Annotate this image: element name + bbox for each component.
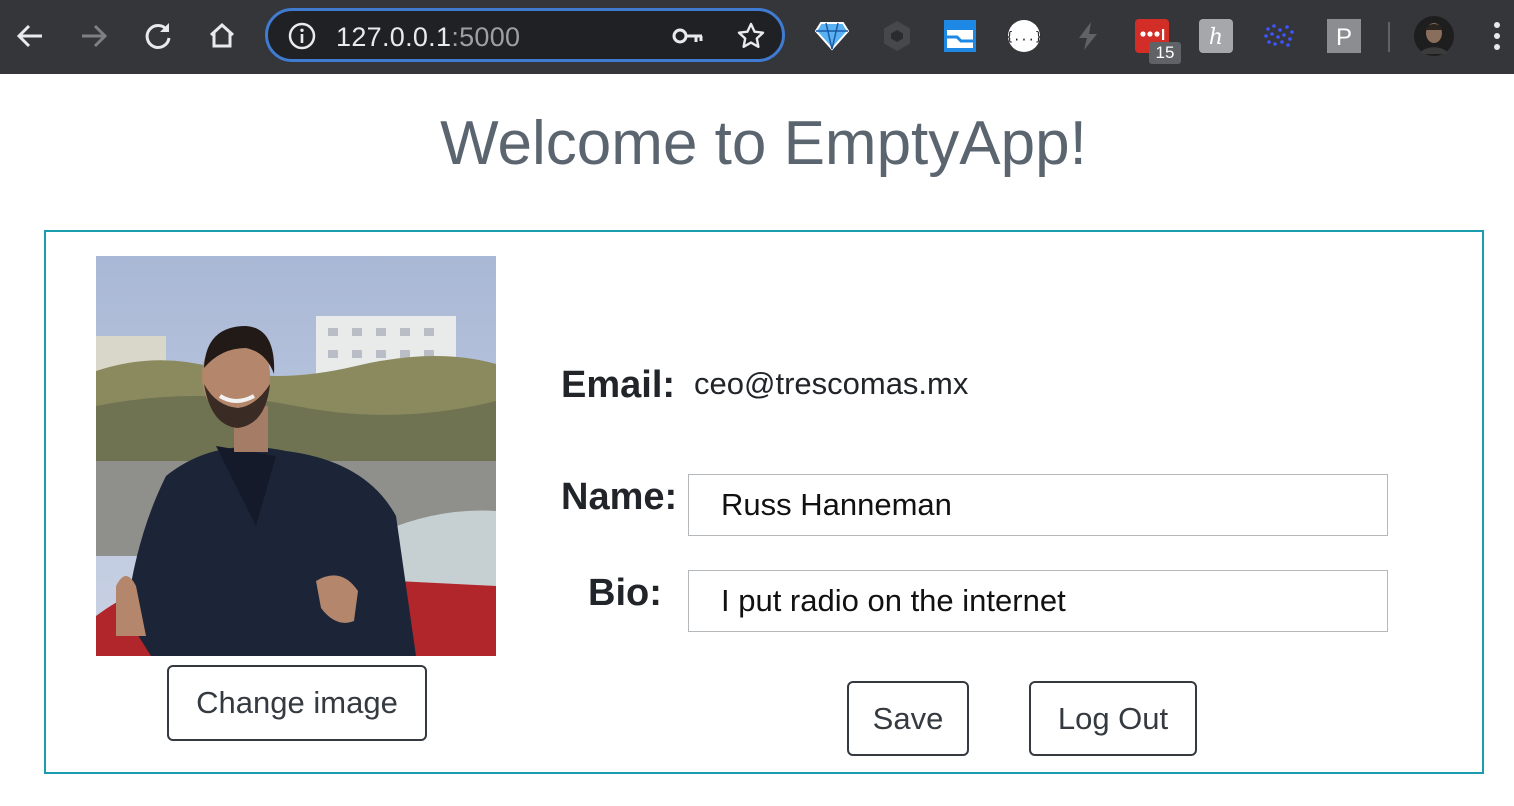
change-image-button[interactable]: Change image [167, 665, 427, 741]
save-button[interactable]: Save [847, 681, 969, 756]
diamond-extension-icon[interactable] [815, 19, 849, 53]
url-port: :5000 [451, 22, 521, 52]
home-button[interactable] [200, 14, 244, 58]
address-bar[interactable]: 127.0.0.1:5000 [265, 8, 785, 62]
p-ext-text: P [1336, 24, 1352, 51]
browser-toolbar: 127.0.0.1:5000 {...} 15 h P [0, 0, 1514, 74]
kindle-extension-icon[interactable]: h [1199, 19, 1233, 53]
page-title: Welcome to EmptyApp! [440, 109, 1087, 178]
profile-card: Change image Email: ceo@trescomas.mx Nam… [44, 230, 1484, 774]
extension-badge: 15 [1149, 42, 1181, 64]
url-host: 127.0.0.1 [336, 22, 452, 52]
email-label: Email: [561, 364, 676, 406]
url-text[interactable]: 127.0.0.1:5000 [336, 22, 520, 53]
bio-input[interactable] [688, 570, 1388, 632]
back-arrow-icon [16, 24, 42, 48]
name-label: Name: [561, 476, 678, 518]
browser-menu-button[interactable] [1480, 19, 1514, 53]
bookmark-star-icon[interactable] [736, 21, 766, 51]
bio-label: Bio: [588, 572, 662, 614]
json-ext-text: {...} [1007, 30, 1041, 44]
windows-extension-icon[interactable] [943, 19, 977, 53]
back-button[interactable] [8, 14, 52, 58]
kebab-menu-icon [1494, 22, 1500, 50]
toolbar-divider [1388, 22, 1390, 52]
key-icon[interactable] [672, 24, 704, 48]
profile-photo [96, 256, 496, 656]
h-ext-text: h [1209, 25, 1223, 50]
profile-avatar[interactable] [1414, 16, 1454, 56]
home-icon [209, 22, 235, 48]
p-extension-icon[interactable]: P [1327, 19, 1361, 53]
bolt-extension-icon[interactable] [1071, 19, 1105, 53]
hexagon-extension-icon[interactable] [880, 19, 914, 53]
email-value: ceo@trescomas.mx [694, 366, 969, 401]
forward-arrow-icon [82, 24, 108, 48]
logout-button[interactable]: Log Out [1029, 681, 1197, 756]
reload-icon [145, 23, 171, 49]
dots-extension-icon[interactable] [1262, 19, 1296, 53]
forward-button[interactable] [72, 14, 116, 58]
name-input[interactable] [688, 474, 1388, 536]
json-viewer-extension-icon[interactable]: {...} [1007, 19, 1041, 53]
info-icon [288, 22, 316, 50]
reload-button[interactable] [136, 14, 180, 58]
